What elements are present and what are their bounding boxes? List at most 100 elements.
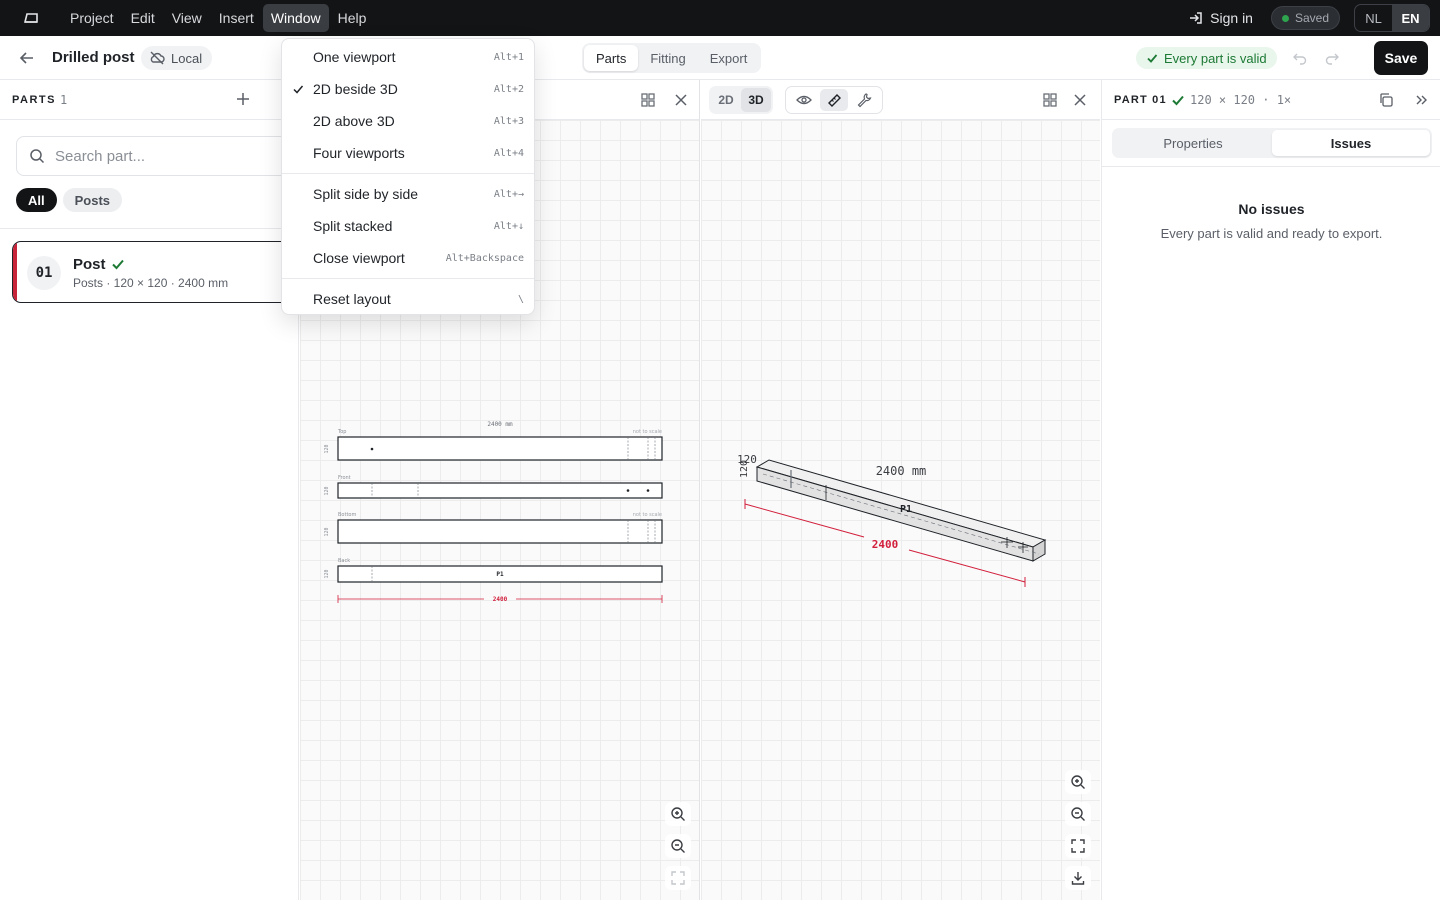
- inspector-dims: 120 × 120 · 1×: [1190, 93, 1292, 107]
- menu-edit[interactable]: Edit: [123, 4, 163, 32]
- cloud-off-icon: [150, 51, 165, 65]
- view-label-front: Front: [338, 475, 351, 481]
- tab-issues[interactable]: Issues: [1272, 130, 1430, 156]
- zoom-in-icon: [671, 807, 685, 821]
- mode-3d[interactable]: 3D: [741, 88, 771, 112]
- menu-item-label: 2D beside 3D: [313, 81, 398, 97]
- inspector-divider: [1102, 166, 1440, 167]
- viewport-3d[interactable]: 2D 3D P1 2400 mm 120 120 2400: [701, 80, 1100, 900]
- fit-view-button[interactable]: [1065, 834, 1091, 858]
- sign-in-label: Sign in: [1210, 10, 1253, 26]
- parts-count: 1: [60, 93, 68, 107]
- tab-parts[interactable]: Parts: [584, 45, 639, 71]
- menu-window[interactable]: Window: [262, 4, 329, 32]
- menu-divider: [282, 278, 534, 279]
- sign-in-button[interactable]: Sign in: [1188, 10, 1253, 26]
- ruler-icon: [828, 94, 841, 107]
- zoom-in-button[interactable]: [1065, 770, 1091, 794]
- tab-export[interactable]: Export: [698, 45, 760, 71]
- validation-badge[interactable]: Every part is valid: [1136, 47, 1277, 69]
- view-size-top: 120: [324, 444, 330, 453]
- sidebar-divider: [0, 228, 299, 229]
- tab-fitting[interactable]: Fitting: [638, 45, 697, 71]
- download-button[interactable]: [1065, 866, 1091, 890]
- part-valid-check-icon: [112, 259, 124, 270]
- save-button[interactable]: Save: [1374, 41, 1428, 75]
- language-switcher: NL EN: [1354, 4, 1430, 32]
- window-menu-dropdown: One viewport Alt+1 2D beside 3D Alt+2 2D…: [281, 38, 535, 315]
- menu-item-close-viewport[interactable]: Close viewport Alt+Backspace: [282, 242, 534, 274]
- saved-dot-icon: [1281, 14, 1289, 22]
- menu-item-shortcut: Alt+Backspace: [445, 253, 524, 264]
- eye-icon: [796, 95, 812, 105]
- close-viewport-icon[interactable]: [1073, 93, 1087, 107]
- view-size-back: 120: [324, 569, 330, 578]
- length-label-3d: 2400 mm: [876, 464, 927, 478]
- part-filters: All Posts: [16, 188, 123, 212]
- back-arrow-icon[interactable]: [18, 49, 36, 67]
- filter-all[interactable]: All: [16, 188, 57, 212]
- menu-help[interactable]: Help: [330, 4, 375, 32]
- duplicate-icon[interactable]: [1378, 92, 1394, 108]
- lang-en[interactable]: EN: [1392, 5, 1429, 31]
- storage-badge[interactable]: Local: [141, 46, 213, 70]
- view-mode-toggle: 2D 3D: [709, 86, 773, 114]
- layout-grid-icon[interactable]: [1042, 92, 1058, 108]
- inspector-title: PART 01: [1114, 94, 1167, 106]
- document-toolbar: Drilled post Local Parts Fitting Export …: [0, 36, 1440, 80]
- filter-posts[interactable]: Posts: [62, 188, 123, 212]
- menu-item-shortcut: Alt+↓: [493, 221, 524, 232]
- view-label-bottom: Bottom: [338, 512, 356, 518]
- measure-tool[interactable]: [820, 89, 848, 111]
- mode-2d[interactable]: 2D: [711, 88, 741, 112]
- undo-icon[interactable]: [1292, 50, 1308, 66]
- tab-properties[interactable]: Properties: [1114, 130, 1272, 156]
- redo-icon[interactable]: [1324, 50, 1340, 66]
- zoom-in-button[interactable]: [665, 802, 691, 826]
- menu-item-one-viewport[interactable]: One viewport Alt+1: [282, 41, 534, 73]
- menu-item-split-side[interactable]: Split side by side Alt+→: [282, 178, 534, 210]
- layout-grid-icon[interactable]: [640, 92, 656, 108]
- menu-item-2d-beside-3d[interactable]: 2D beside 3D Alt+2: [282, 73, 534, 105]
- menu-item-label: Reset layout: [313, 291, 391, 307]
- collapse-panel-icon[interactable]: [1414, 93, 1428, 107]
- menu-view[interactable]: View: [164, 4, 210, 32]
- view-note-bottom: not to scale: [633, 512, 662, 518]
- menu-insert[interactable]: Insert: [211, 4, 262, 32]
- menu-item-2d-above-3d[interactable]: 2D above 3D Alt+3: [282, 105, 534, 137]
- view-label-top: Top: [337, 429, 346, 435]
- saved-status-badge: Saved: [1270, 6, 1340, 30]
- menu-item-reset-layout[interactable]: Reset layout \: [282, 283, 534, 315]
- fit-view-button[interactable]: [665, 866, 691, 890]
- inspector-header: PART 01 120 × 120 · 1×: [1102, 80, 1440, 120]
- close-viewport-icon[interactable]: [674, 93, 688, 107]
- view-size-bottom: 120: [324, 527, 330, 536]
- saved-label: Saved: [1294, 11, 1329, 25]
- add-part-icon[interactable]: [236, 92, 250, 106]
- main-tabs: Parts Fitting Export: [582, 43, 762, 73]
- menu-item-label: Split side by side: [313, 186, 419, 202]
- zoom-out-button[interactable]: [1065, 802, 1091, 826]
- part-meta: Posts · 120 × 120 · 2400 mm: [73, 276, 229, 290]
- part-list-item[interactable]: 01 Post Posts · 120 × 120 · 2400 mm: [12, 241, 292, 303]
- parts-header: PARTS 1: [0, 80, 298, 120]
- search-input[interactable]: [55, 147, 255, 165]
- dimension-line-3d: [744, 503, 865, 538]
- menu-item-split-stacked[interactable]: Split stacked Alt+↓: [282, 210, 534, 242]
- zoom-out-button[interactable]: [665, 834, 691, 858]
- part-name: Post: [73, 256, 106, 273]
- wrench-tool[interactable]: [850, 89, 878, 111]
- visibility-tool[interactable]: [790, 89, 818, 111]
- parts-sidebar: PARTS 1 All Posts 01 Post Posts · 120 × …: [0, 80, 299, 900]
- menu-project[interactable]: Project: [62, 4, 122, 32]
- document-title[interactable]: Drilled post: [52, 49, 135, 66]
- menu-item-shortcut: \: [517, 294, 524, 305]
- menu-item-shortcut: Alt+1: [493, 52, 524, 63]
- menu-item-four-viewports[interactable]: Four viewports Alt+4: [282, 137, 534, 169]
- zoom-in-icon: [1071, 775, 1085, 789]
- menu-item-shortcut: Alt+→: [493, 189, 524, 200]
- menu-item-shortcut: Alt+2: [493, 84, 524, 95]
- app-logo-icon[interactable]: [0, 0, 62, 36]
- zoom-out-icon: [1071, 807, 1085, 821]
- lang-nl[interactable]: NL: [1355, 5, 1392, 31]
